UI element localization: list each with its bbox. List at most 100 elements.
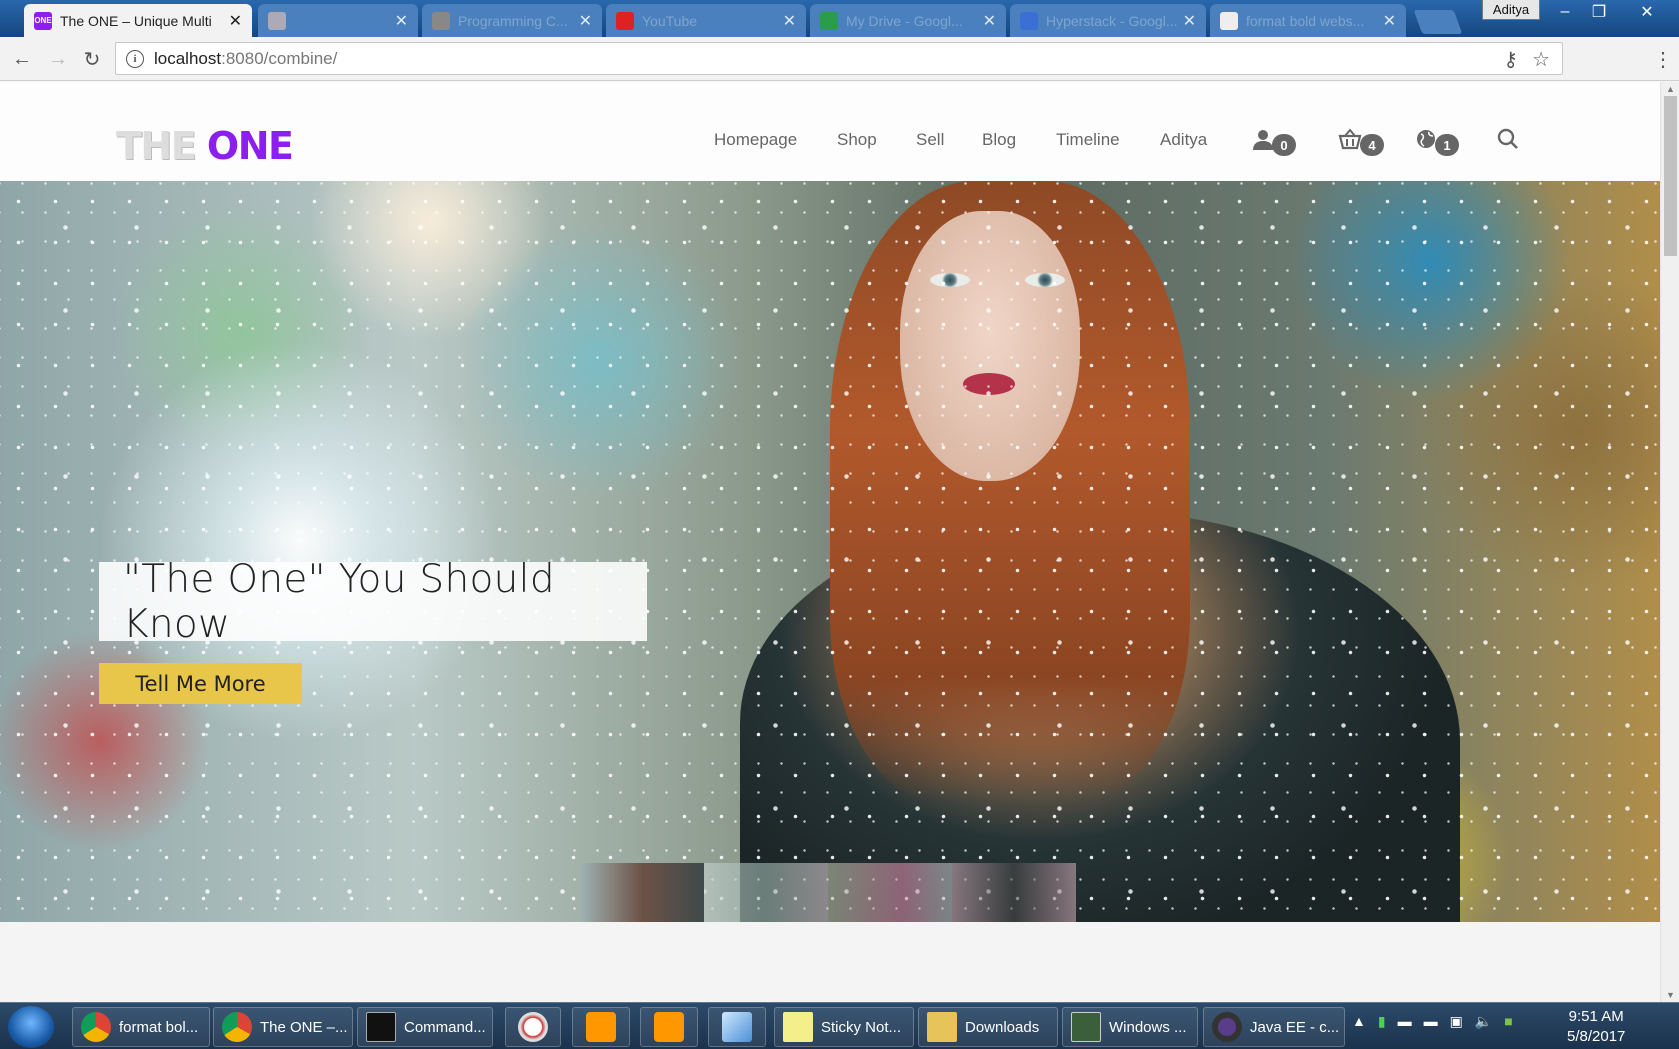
tab-drive[interactable]: My Drive - Googl... ✕	[810, 4, 1006, 37]
drive-icon	[820, 11, 838, 30]
profile-button[interactable]: Aditya	[1482, 0, 1540, 20]
nav-blog[interactable]: Blog	[982, 130, 1016, 150]
slide-thumbnail[interactable]	[952, 863, 1076, 922]
page-icon	[432, 11, 450, 30]
bookmark-star-icon[interactable]: ☆	[1532, 47, 1550, 72]
taskbar-item-eclipse[interactable]: Java EE - c...	[1203, 1007, 1345, 1047]
taskbar-item-sublime[interactable]	[572, 1007, 630, 1047]
forward-icon[interactable]: →	[44, 45, 72, 73]
taskbar-item-sticky-notes[interactable]: Sticky Not...	[774, 1007, 914, 1047]
windows-taskbar: format bol... The ONE –... Command... St…	[0, 1002, 1679, 1049]
search-icon	[1497, 128, 1518, 149]
drive-icon[interactable]: ▬	[1398, 1013, 1412, 1030]
show-hidden-icons-icon[interactable]: ▲	[1352, 1013, 1366, 1030]
taskbar-item-chrome-theone[interactable]: The ONE –...	[213, 1007, 353, 1047]
back-icon[interactable]: ←	[8, 45, 36, 73]
eclipse-icon	[1212, 1012, 1242, 1042]
slide-thumbnail[interactable]	[828, 863, 952, 922]
tab-youtube[interactable]: YouTube ✕	[606, 4, 806, 37]
tab-close-icon[interactable]: ✕	[395, 11, 408, 31]
clock-time: 9:51 AM	[1568, 1008, 1624, 1025]
taskbar-item-windows[interactable]: Windows ...	[1062, 1007, 1198, 1047]
hero-title: "The One" You Should Know	[123, 556, 555, 647]
tab-close-icon[interactable]: ✕	[783, 11, 796, 31]
webpage: THE ONE Homepage Shop Sell Blog Timeline…	[0, 82, 1660, 1002]
notification-badge: 1	[1435, 134, 1459, 156]
close-window-button[interactable]: ✕	[1630, 0, 1664, 24]
nav-user[interactable]: Aditya	[1160, 130, 1207, 150]
start-button[interactable]	[8, 1006, 54, 1048]
site-logo[interactable]: THE ONE	[116, 124, 294, 168]
taskbar-item-sublime-2[interactable]	[640, 1007, 698, 1047]
tab-blank[interactable]: ✕	[258, 4, 418, 37]
minimize-button[interactable]: –	[1548, 0, 1582, 24]
system-clock[interactable]: 9:51 AM 5/8/2017	[1567, 1007, 1625, 1047]
tab-close-icon[interactable]: ✕	[1183, 11, 1196, 31]
tell-me-more-button[interactable]: Tell Me More	[99, 663, 302, 704]
cart-button[interactable]: 4	[1338, 128, 1384, 156]
sublime-icon	[654, 1012, 684, 1042]
battery-icon[interactable]: ▮	[1378, 1013, 1386, 1030]
scroll-down-icon[interactable]: ▼	[1666, 990, 1675, 1000]
nav-homepage[interactable]: Homepage	[714, 130, 797, 150]
tab-label: My Drive - Googl...	[846, 12, 963, 29]
snow-overlay	[0, 181, 1660, 922]
drive-icon[interactable]: ▬	[1424, 1013, 1438, 1030]
slide-thumbnail[interactable]	[580, 863, 704, 922]
tab-close-icon[interactable]: ✕	[1383, 11, 1396, 31]
tab-close-icon[interactable]: ✕	[229, 11, 242, 31]
taskbar-label: Downloads	[965, 1018, 1040, 1036]
taskbar-item-downloads[interactable]: Downloads	[918, 1007, 1058, 1047]
nav-shop[interactable]: Shop	[837, 130, 877, 150]
new-tab-button[interactable]	[1413, 10, 1463, 34]
hero-slider: "The One" You Should Know Tell Me More	[0, 181, 1660, 922]
nav-timeline[interactable]: Timeline	[1056, 130, 1120, 150]
slider-thumbnails	[580, 863, 1076, 922]
restore-button[interactable]: ❐	[1582, 0, 1616, 24]
address-bar[interactable]: i localhost:8080/combine/ ⚷ ☆	[115, 42, 1563, 75]
tab-the-one[interactable]: ONE The ONE – Unique Multi ✕	[24, 4, 252, 37]
url-text[interactable]: localhost:8080/combine/	[154, 49, 337, 69]
taskbar-item-chrome-format[interactable]: format bol...	[72, 1007, 210, 1047]
sublime-icon	[586, 1012, 616, 1042]
slide-thumbnail[interactable]	[704, 863, 828, 922]
scroll-up-icon[interactable]: ▲	[1666, 84, 1675, 94]
tab-docs[interactable]: Hyperstack - Googl... ✕	[1010, 4, 1206, 37]
volume-icon[interactable]: 🔈	[1475, 1013, 1492, 1030]
tab-google[interactable]: format bold webs... ✕	[1210, 4, 1406, 37]
sticky-notes-icon	[783, 1012, 813, 1042]
browser-toolbar: ← → ↻ i localhost:8080/combine/ ⚷ ☆ ⋮	[0, 37, 1679, 81]
page-icon	[268, 11, 286, 30]
page-scrollbar[interactable]: ▲ ▼	[1660, 82, 1679, 1002]
tab-close-icon[interactable]: ✕	[579, 11, 592, 31]
cmd-icon	[366, 1012, 396, 1042]
taskbar-label: format bol...	[119, 1018, 199, 1036]
tab-label: Programming C...	[458, 12, 568, 29]
notifications-button[interactable]: 1	[1415, 128, 1459, 156]
account-button[interactable]: 0	[1252, 128, 1296, 156]
system-tray: ▲ ▮ ▬ ▬ ▣ 🔈 ■	[1352, 1013, 1513, 1030]
nav-sell[interactable]: Sell	[916, 130, 944, 150]
nvidia-icon[interactable]: ■	[1504, 1013, 1512, 1030]
network-icon[interactable]: ▣	[1450, 1013, 1463, 1030]
box-icon	[722, 1012, 752, 1042]
info-icon[interactable]: i	[126, 49, 144, 68]
youtube-icon	[616, 11, 634, 30]
taskbar-label: Java EE - c...	[1250, 1018, 1340, 1036]
user-badge: 0	[1272, 134, 1296, 156]
tab-close-icon[interactable]: ✕	[983, 11, 996, 31]
taskbar-item-compass[interactable]	[505, 1007, 561, 1047]
taskbar-item-box[interactable]	[708, 1007, 766, 1047]
menu-icon[interactable]: ⋮	[1653, 47, 1673, 72]
basket-icon	[1338, 128, 1362, 150]
tab-label: Hyperstack - Googl...	[1046, 12, 1177, 29]
tab-programming[interactable]: Programming C... ✕	[422, 4, 602, 37]
clock-date: 5/8/2017	[1567, 1028, 1626, 1045]
reload-icon[interactable]: ↻	[78, 45, 106, 73]
scrollbar-thumb[interactable]	[1664, 96, 1677, 256]
search-button[interactable]	[1497, 128, 1519, 150]
docs-icon	[1020, 11, 1038, 30]
taskbar-item-command[interactable]: Command...	[357, 1007, 493, 1047]
taskbar-label: Sticky Not...	[821, 1018, 902, 1036]
key-icon[interactable]: ⚷	[1503, 47, 1518, 72]
